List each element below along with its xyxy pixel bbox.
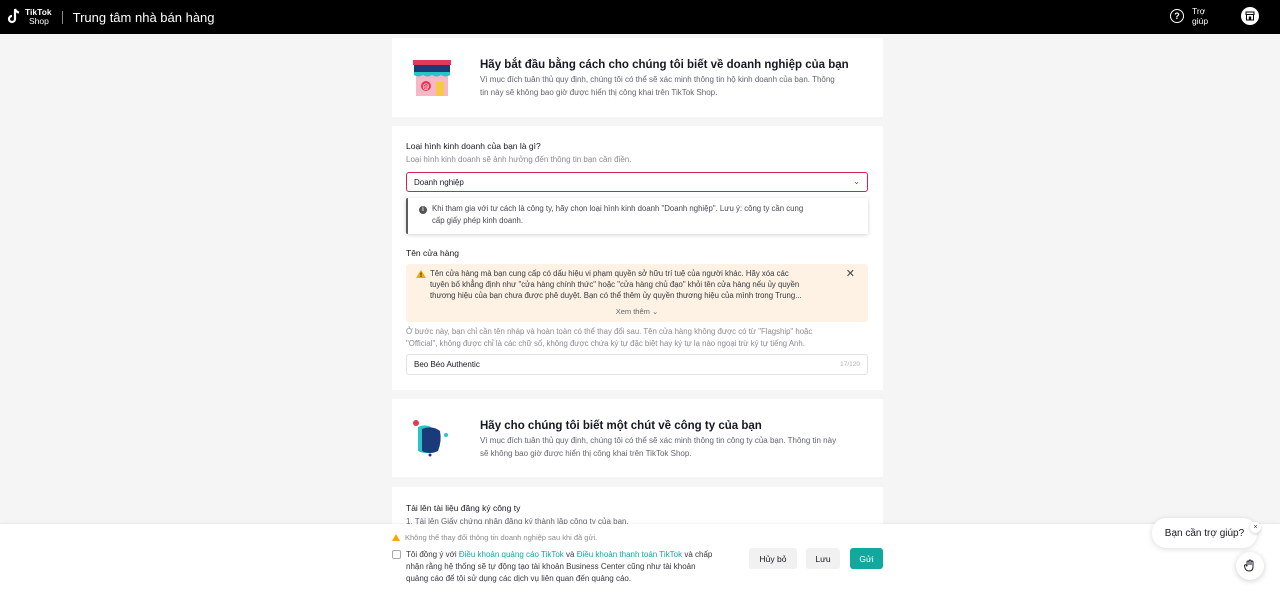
bottom-action-bar: Không thể thay đổi thông tin doanh nghiệ… <box>0 524 1280 593</box>
info-icon: i <box>419 206 427 214</box>
ads-terms-link[interactable]: Điều khoản quảng cáo TikTok <box>459 550 564 559</box>
tiktok-logo-icon <box>7 8 20 24</box>
agree-prefix: Tôi đồng ý với <box>406 550 459 559</box>
business-type-select[interactable]: Doanh nghiệp ⌄ <box>406 172 868 192</box>
terms-checkbox[interactable] <box>392 550 401 559</box>
warning-text-line1: Tên cửa hàng mà bạn cung cấp có dấu hiệu… <box>430 269 789 278</box>
business-form-card: Loại hình kinh doanh của bạn là gì? Loại… <box>392 126 883 390</box>
business-intro-desc-line2: tin này sẽ không bao giờ được hiển thị c… <box>480 87 718 97</box>
company-intro-card: Hãy cho chúng tôi biết một chút về công … <box>392 399 883 477</box>
header-divider <box>61 10 63 24</box>
page-title: Trung tâm nhà bán hàng <box>72 9 215 25</box>
submit-button[interactable]: Gửi <box>850 548 883 569</box>
store-name-value: Beo Béo Authentic <box>414 360 480 369</box>
store-name-input[interactable]: Beo Béo Authentic 17/120 <box>406 354 868 375</box>
question-icon: ? <box>1170 9 1184 23</box>
chevron-down-icon: ⌄ <box>651 307 659 316</box>
warning-icon <box>416 270 426 282</box>
agree-rest-1: và chấp <box>682 550 713 559</box>
logo-text-shop: Shop <box>29 16 49 26</box>
business-type-label: Loại hình kinh doanh của bạn là gì? <box>406 141 541 151</box>
company-intro-desc-line2: sẽ không bao giờ được hiển thị công khai… <box>480 448 692 458</box>
store-account-button[interactable] <box>1241 7 1259 25</box>
business-intro-desc-line1: Vì mục đích tuân thủ quy định, chúng tôi… <box>480 75 835 84</box>
terms-agreement-text: Tôi đồng ý với Điều khoản quảng cáo TikT… <box>406 549 736 585</box>
help-chat-bubble[interactable]: Bạn cần trợ giúp? <box>1152 518 1257 548</box>
chevron-down-icon: ⌄ <box>853 177 860 186</box>
top-navigation-bar: TikTok Shop Trung tâm nhà bán hàng ? Trợ… <box>0 0 1280 34</box>
close-icon[interactable]: ✕ <box>846 269 855 280</box>
company-profile-icon <box>413 420 448 457</box>
payment-terms-link[interactable]: Điều khoản thanh toán TikTok <box>577 550 682 559</box>
help-button[interactable]: ? Trợ giúp <box>1170 6 1208 26</box>
character-counter: 17/120 <box>840 361 860 368</box>
store-icon <box>1245 11 1255 21</box>
hint-line2: "Official", không được chỉ là các chữ số… <box>406 339 805 348</box>
see-more-link[interactable]: Xem thêm ⌄ <box>406 306 868 317</box>
business-type-sublabel: Loại hình kinh doanh sẽ ảnh hưởng đến th… <box>406 155 632 164</box>
agree-and: và <box>563 550 577 559</box>
close-icon[interactable]: × <box>1250 522 1261 533</box>
hint-line1: Ở bước này, bạn chỉ cần tên nháp và hoàn… <box>406 327 813 336</box>
business-type-info-tooltip: i Khi tham gia với tư cách là công ty, h… <box>406 198 868 234</box>
svg-text:@: @ <box>423 83 430 91</box>
upload-label: Tải lên tài liệu đăng ký công ty <box>406 503 521 513</box>
submit-warning: Không thể thay đổi thông tin doanh nghiệ… <box>392 533 597 542</box>
help-chat-button[interactable] <box>1236 552 1264 580</box>
hand-wave-icon <box>1244 559 1254 572</box>
warning-text-line3: thương hiệu của bạn chưa được phê duyệt.… <box>430 291 802 300</box>
store-name-hint: Ở bước này, bạn chỉ cần tên nháp và hoàn… <box>406 326 868 350</box>
business-type-selected-value: Doanh nghiệp <box>414 177 464 187</box>
company-intro-desc-line1: Vì mục đích tuân thủ quy định, chúng tôi… <box>480 436 837 445</box>
info-text-line2: cấp giấy phép kinh doanh. <box>432 216 524 225</box>
warning-text-line2: tuyên bố khẳng định như "cửa hàng chính … <box>430 280 800 289</box>
company-intro-title: Hãy cho chúng tôi biết một chút về công … <box>480 420 762 432</box>
cancel-button[interactable]: Hủy bỏ <box>749 548 797 569</box>
store-name-label: Tên cửa hàng <box>406 248 459 258</box>
business-intro-card: @ Hãy bắt đầu bằng cách cho chúng tôi bi… <box>392 38 883 117</box>
agree-rest-3: quảng cáo để tôi sử dụng các dịch vụ liê… <box>406 574 632 583</box>
submit-warning-text: Không thể thay đổi thông tin doanh nghiệ… <box>405 533 598 542</box>
info-text-line1: Khi tham gia với tư cách là công ty, hãy… <box>432 204 804 213</box>
business-intro-title: Hãy bắt đầu bằng cách cho chúng tôi biết… <box>480 59 849 71</box>
help-label-line1: Trợ <box>1192 6 1206 16</box>
agree-rest-2: nhận rằng hệ thống sẽ tự động tạo tài kh… <box>406 562 696 571</box>
see-more-label: Xem thêm <box>615 307 650 316</box>
tiktok-shop-logo[interactable]: TikTok Shop <box>6 8 52 26</box>
store-name-warning: Tên cửa hàng mà bạn cung cấp có dấu hiệu… <box>406 264 868 322</box>
save-button[interactable]: Lưu <box>806 548 840 569</box>
help-label-line2: giúp <box>1192 16 1209 26</box>
warning-icon <box>392 534 400 541</box>
shop-storefront-icon: @ <box>413 60 451 96</box>
